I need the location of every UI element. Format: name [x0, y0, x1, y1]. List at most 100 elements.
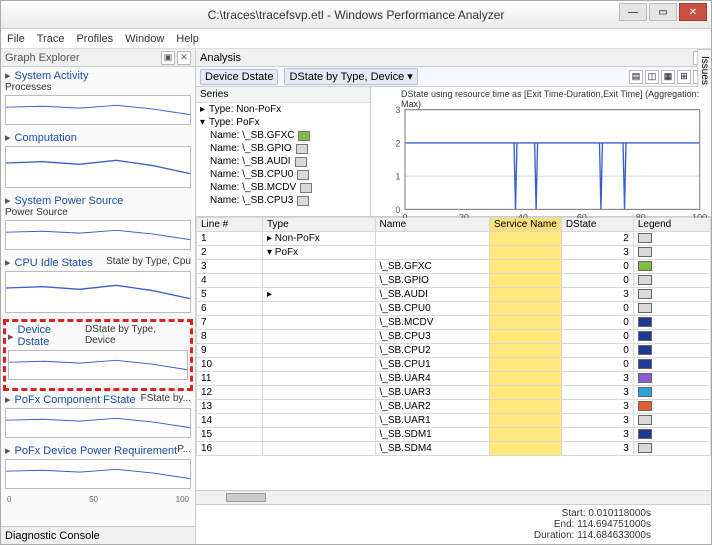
col-line-[interactable]: Line # — [197, 218, 263, 232]
graph-explorer-header: Graph Explorer ▣✕ — [1, 49, 195, 67]
mini-chart[interactable] — [5, 408, 191, 438]
maximize-button[interactable]: ▭ — [649, 3, 677, 21]
table-row[interactable]: 4\_SB.GPIO0 — [197, 274, 711, 288]
horizontal-scrollbar[interactable] — [196, 490, 711, 504]
mini-title[interactable]: Computation — [5, 131, 77, 144]
analysis-panel: IssuesDetails Analysis ✕ Device Dstate D… — [196, 49, 711, 544]
mini-pofx-component-fstate[interactable]: PoFx Component FState FState by... — [5, 393, 191, 438]
table-row[interactable]: 7\_SB.MCDV0 — [197, 316, 711, 330]
scrollbar-thumb[interactable] — [226, 493, 266, 502]
table-row[interactable]: 9\_SB.CPU20 — [197, 344, 711, 358]
table-row[interactable]: 11\_SB.UAR43 — [197, 372, 711, 386]
menu-profiles[interactable]: Profiles — [76, 33, 113, 45]
table-row[interactable]: 16\_SB.SDM43 — [197, 442, 711, 456]
svg-text:1: 1 — [395, 172, 400, 182]
pin-icon[interactable]: ▣ — [161, 51, 175, 65]
menu-trace[interactable]: Trace — [37, 33, 65, 45]
table-row[interactable]: 15\_SB.SDM13 — [197, 428, 711, 442]
table-row[interactable]: 5▸ \_SB.AUDI3 — [197, 288, 711, 302]
legend-swatch — [638, 359, 652, 369]
series-row[interactable]: Name: \_SB.CPU0 — [196, 168, 370, 181]
menu-file[interactable]: File — [7, 33, 25, 45]
series-label: Name: \_SB.GFXC — [210, 130, 294, 141]
mini-title[interactable]: System Activity — [5, 69, 89, 82]
content: Graph Explorer ▣✕ System ActivityProcess… — [1, 49, 711, 544]
expand-icon[interactable]: ▾ — [200, 117, 205, 128]
col-type[interactable]: Type — [262, 218, 375, 232]
col-legend[interactable]: Legend — [633, 218, 710, 232]
table-row[interactable]: 1▸ Non-PoFx2 — [197, 232, 711, 246]
mini-chart[interactable] — [8, 350, 188, 380]
table-row[interactable]: 6\_SB.CPU00 — [197, 302, 711, 316]
graph-explorer-body[interactable]: System ActivityProcesses Computation Syste… — [1, 67, 195, 526]
analysis-title: Analysis — [200, 52, 241, 64]
col-name[interactable]: Name — [375, 218, 490, 232]
mini-system-power-source[interactable]: System Power SourcePower Source — [5, 194, 191, 250]
minimize-button[interactable]: — — [619, 3, 647, 21]
view-chart-icon[interactable]: ▤ — [629, 70, 643, 84]
mini-chart[interactable] — [5, 95, 191, 125]
legend-swatch — [638, 303, 652, 313]
series-row[interactable]: Name: \_SB.GFXC — [196, 129, 370, 142]
svg-text:3: 3 — [395, 105, 400, 115]
mini-cpu-idle-states[interactable]: CPU Idle StatesState by Type, Cpu — [5, 256, 191, 313]
legend-swatch — [638, 373, 652, 383]
mini-chart[interactable] — [5, 271, 191, 313]
series-row[interactable]: Name: \_SB.AUDI — [196, 155, 370, 168]
series-panel[interactable]: Series ▸Type: Non-PoFx▾ Type: PoFx Name: \… — [196, 87, 371, 216]
mini-title[interactable]: CPU Idle States — [5, 256, 93, 269]
mini-pofx-device-power-requirement[interactable]: PoFx Device Power RequirementP... — [5, 444, 191, 489]
color-swatch — [297, 170, 309, 180]
mini-title[interactable]: PoFx Device Power Requirement — [5, 444, 177, 457]
window-buttons: — ▭ ✕ — [619, 3, 707, 21]
mini-chart[interactable] — [5, 146, 191, 188]
menu-help[interactable]: Help — [176, 33, 199, 45]
device-title: Device Dstate — [200, 69, 278, 85]
col-dstate[interactable]: DState — [561, 218, 633, 232]
legend-swatch — [638, 401, 652, 411]
view-table-icon[interactable]: ▦ — [661, 70, 675, 84]
chart-area[interactable]: DState using resource time as [Exit Time… — [371, 87, 711, 216]
series-row[interactable]: ▾ Type: PoFx — [196, 116, 370, 129]
mini-chart[interactable] — [5, 459, 191, 489]
legend-swatch — [638, 247, 652, 257]
mini-subtitle: FState by... — [141, 393, 191, 406]
table-row[interactable]: 8\_SB.CPU30 — [197, 330, 711, 344]
mini-computation[interactable]: Computation — [5, 131, 191, 188]
data-table-wrap[interactable]: Line #TypeNameService NameDStateLegend 1… — [196, 217, 711, 490]
series-label: Name: \_SB.CPU0 — [210, 169, 293, 180]
expand-icon[interactable]: ⊞ — [677, 70, 691, 84]
diagnostic-console-tab[interactable]: Diagnostic Console — [1, 526, 195, 544]
mini-subtitle: DState by Type, Device — [85, 324, 188, 348]
table-row[interactable]: 3\_SB.GFXC0 — [197, 260, 711, 274]
col-service-name[interactable]: Service Name — [490, 218, 562, 232]
menu-window[interactable]: Window — [125, 33, 164, 45]
table-row[interactable]: 2▾ PoFx3 — [197, 246, 711, 260]
mini-system-activity[interactable]: System ActivityProcesses — [5, 69, 191, 125]
series-row[interactable]: ▸Type: Non-PoFx — [196, 103, 370, 116]
sidetab-issues[interactable]: Issues — [697, 49, 711, 92]
table-row[interactable]: 14\_SB.UAR13 — [197, 414, 711, 428]
table-row[interactable]: 10\_SB.CPU10 — [197, 358, 711, 372]
series-header: Series — [196, 87, 370, 103]
mini-device-dstate[interactable]: Device DstateDState by Type, Device — [8, 324, 188, 380]
series-row[interactable]: Name: \_SB.CPU3 — [196, 194, 370, 207]
series-label: Name: \_SB.CPU3 — [210, 195, 293, 206]
svg-text:0: 0 — [395, 205, 400, 215]
mini-chart[interactable] — [5, 220, 191, 250]
mini-title[interactable]: Device Dstate — [8, 324, 85, 348]
table-row[interactable]: 13\_SB.UAR23 — [197, 400, 711, 414]
view-both-icon[interactable]: ◫ — [645, 70, 659, 84]
expand-icon[interactable]: ▸ — [200, 104, 205, 115]
series-label: Type: PoFx — [209, 117, 260, 128]
mini-title[interactable]: PoFx Component FState — [5, 393, 136, 406]
device-mode-dropdown[interactable]: DState by Type, Device ▾ — [284, 68, 417, 85]
close-panel-icon[interactable]: ✕ — [177, 51, 191, 65]
mini-title[interactable]: System Power Source — [5, 194, 123, 207]
table-row[interactable]: 12\_SB.UAR33 — [197, 386, 711, 400]
chart-svg: 0123020406080100 — [371, 87, 711, 223]
series-row[interactable]: Name: \_SB.MCDV — [196, 181, 370, 194]
close-button[interactable]: ✕ — [679, 3, 707, 21]
series-row[interactable]: Name: \_SB.GPIO — [196, 142, 370, 155]
legend-swatch — [638, 331, 652, 341]
